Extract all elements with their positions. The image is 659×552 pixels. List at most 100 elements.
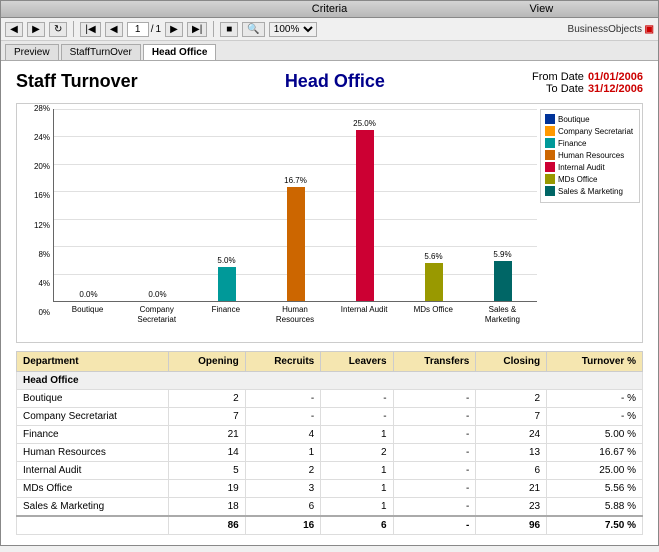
stop-button[interactable]: ■ <box>220 22 238 37</box>
section-header: Head Office <box>17 372 643 390</box>
cell-closing: 2 <box>476 390 547 408</box>
report-title: Staff Turnover <box>16 71 138 92</box>
page-input[interactable] <box>127 22 149 37</box>
legend-item: Boutique <box>545 114 635 124</box>
tab-staffturnover[interactable]: StaffTurnOver <box>61 44 141 60</box>
legend-color <box>545 114 555 124</box>
report-dept: Head Office <box>138 71 532 92</box>
total-label <box>17 516 169 535</box>
cell-opening: 18 <box>169 498 245 517</box>
table-body: Head OfficeBoutique2---2- %Company Secre… <box>17 372 643 535</box>
x-label-4: Internal Audit <box>330 302 399 342</box>
bar-value-label: 25.0% <box>353 119 376 128</box>
cell-leavers: - <box>321 390 393 408</box>
bar-rect <box>425 263 443 301</box>
cell-opening: 5 <box>169 462 245 480</box>
cell-opening: 2 <box>169 390 245 408</box>
bar-groups: 0.0%0.0%5.0%16.7%25.0%5.6%5.9% <box>54 109 537 301</box>
bar-value-label: 0.0% <box>148 290 166 299</box>
bar-group-company-secretariat: 0.0% <box>123 109 192 301</box>
bar-value-label: 16.7% <box>284 176 307 185</box>
to-date-value: 31/12/2006 <box>588 83 643 95</box>
first-page-button[interactable]: |◀ <box>80 22 100 37</box>
search-button[interactable]: 🔍 <box>242 22 264 37</box>
table-row: Internal Audit521-625.00 % <box>17 462 643 480</box>
cell-dept: Human Resources <box>17 444 169 462</box>
next-page-button[interactable]: ▶ <box>165 22 183 37</box>
chart-area: 0% 4% 8% 12% 16% 20% 24% 28% <box>16 103 643 343</box>
x-axis: BoutiqueCompanySecretariatFinanceHumanRe… <box>53 302 537 342</box>
legend-color <box>545 138 555 148</box>
legend-item: Human Resources <box>545 150 635 160</box>
legend-item: Sales & Marketing <box>545 186 635 196</box>
brand-name: BusinessObjects <box>568 24 642 35</box>
cell-turnover: 5.56 % <box>547 480 643 498</box>
legend-label: MDs Office <box>558 175 597 184</box>
legend-color <box>545 150 555 160</box>
cell-dept: Internal Audit <box>17 462 169 480</box>
to-date-row: To Date 31/12/2006 <box>532 83 643 95</box>
title-bar: Criteria View <box>1 1 658 18</box>
cell-dept: Sales & Marketing <box>17 498 169 517</box>
legend-color <box>545 162 555 172</box>
legend-item: Finance <box>545 138 635 148</box>
legend-label: Human Resources <box>558 151 624 160</box>
cell-turnover: - % <box>547 408 643 426</box>
total-recruits: 16 <box>245 516 321 535</box>
legend-color <box>545 126 555 136</box>
x-label-0: Boutique <box>53 302 122 342</box>
legend-item: Company Secretariat <box>545 126 635 136</box>
last-page-button[interactable]: ▶| <box>187 22 207 37</box>
cell-leavers: 1 <box>321 426 393 444</box>
cell-transfers: - <box>393 480 476 498</box>
cell-recruits: 1 <box>245 444 321 462</box>
bar-rect <box>494 261 512 301</box>
legend-label: Company Secretariat <box>558 127 633 136</box>
from-date-row: From Date 01/01/2006 <box>532 71 643 83</box>
zoom-select[interactable]: 100% 75% 50% 125% <box>269 22 317 37</box>
to-date-label: To Date <box>546 83 584 95</box>
total-leavers: 6 <box>321 516 393 535</box>
cell-leavers: 2 <box>321 444 393 462</box>
data-table: Department Opening Recruits Leavers Tran… <box>16 351 643 535</box>
prev-page-button[interactable]: ◀ <box>105 22 123 37</box>
cell-leavers: - <box>321 408 393 426</box>
legend-color <box>545 174 555 184</box>
zoom-control[interactable]: 100% 75% 50% 125% <box>269 22 317 37</box>
tab-preview[interactable]: Preview <box>5 44 59 60</box>
x-label-2: Finance <box>191 302 260 342</box>
table-row: Human Resources1412-1316.67 % <box>17 444 643 462</box>
y-axis: 0% 4% 8% 12% 16% 20% 24% 28% <box>22 104 50 317</box>
cell-turnover: 5.88 % <box>547 498 643 517</box>
cell-transfers: - <box>393 390 476 408</box>
cell-recruits: - <box>245 390 321 408</box>
bar-group-sales-&-marketing: 5.9% <box>468 109 537 301</box>
y-label-0: 0% <box>22 308 50 317</box>
x-label-3: HumanResources <box>260 302 329 342</box>
legend-label: Internal Audit <box>558 163 605 172</box>
cell-closing: 23 <box>476 498 547 517</box>
col-recruits: Recruits <box>245 352 321 372</box>
back-button[interactable]: ◀ <box>5 22 23 37</box>
bars-container: 0.0%0.0%5.0%16.7%25.0%5.6%5.9% <box>53 109 537 302</box>
total-turnover: 7.50 % <box>547 516 643 535</box>
legend-item: Internal Audit <box>545 162 635 172</box>
tab-headoffice[interactable]: Head Office <box>143 44 217 60</box>
cell-transfers: - <box>393 444 476 462</box>
cell-recruits: 2 <box>245 462 321 480</box>
table-row: Sales & Marketing1861-235.88 % <box>17 498 643 517</box>
bar-rect <box>356 130 374 301</box>
table-header-row: Department Opening Recruits Leavers Tran… <box>17 352 643 372</box>
y-label-12: 12% <box>22 221 50 230</box>
cell-recruits: 4 <box>245 426 321 444</box>
cell-dept: MDs Office <box>17 480 169 498</box>
report-dates: From Date 01/01/2006 To Date 31/12/2006 <box>532 71 643 95</box>
col-dept: Department <box>17 352 169 372</box>
refresh-button[interactable]: ↻ <box>49 22 67 37</box>
cell-opening: 14 <box>169 444 245 462</box>
forward-button[interactable]: ▶ <box>27 22 45 37</box>
y-label-24: 24% <box>22 133 50 142</box>
table-row: MDs Office1931-215.56 % <box>17 480 643 498</box>
bar-rect <box>218 267 236 301</box>
chart-legend: Boutique Company Secretariat Finance Human … <box>540 109 640 203</box>
